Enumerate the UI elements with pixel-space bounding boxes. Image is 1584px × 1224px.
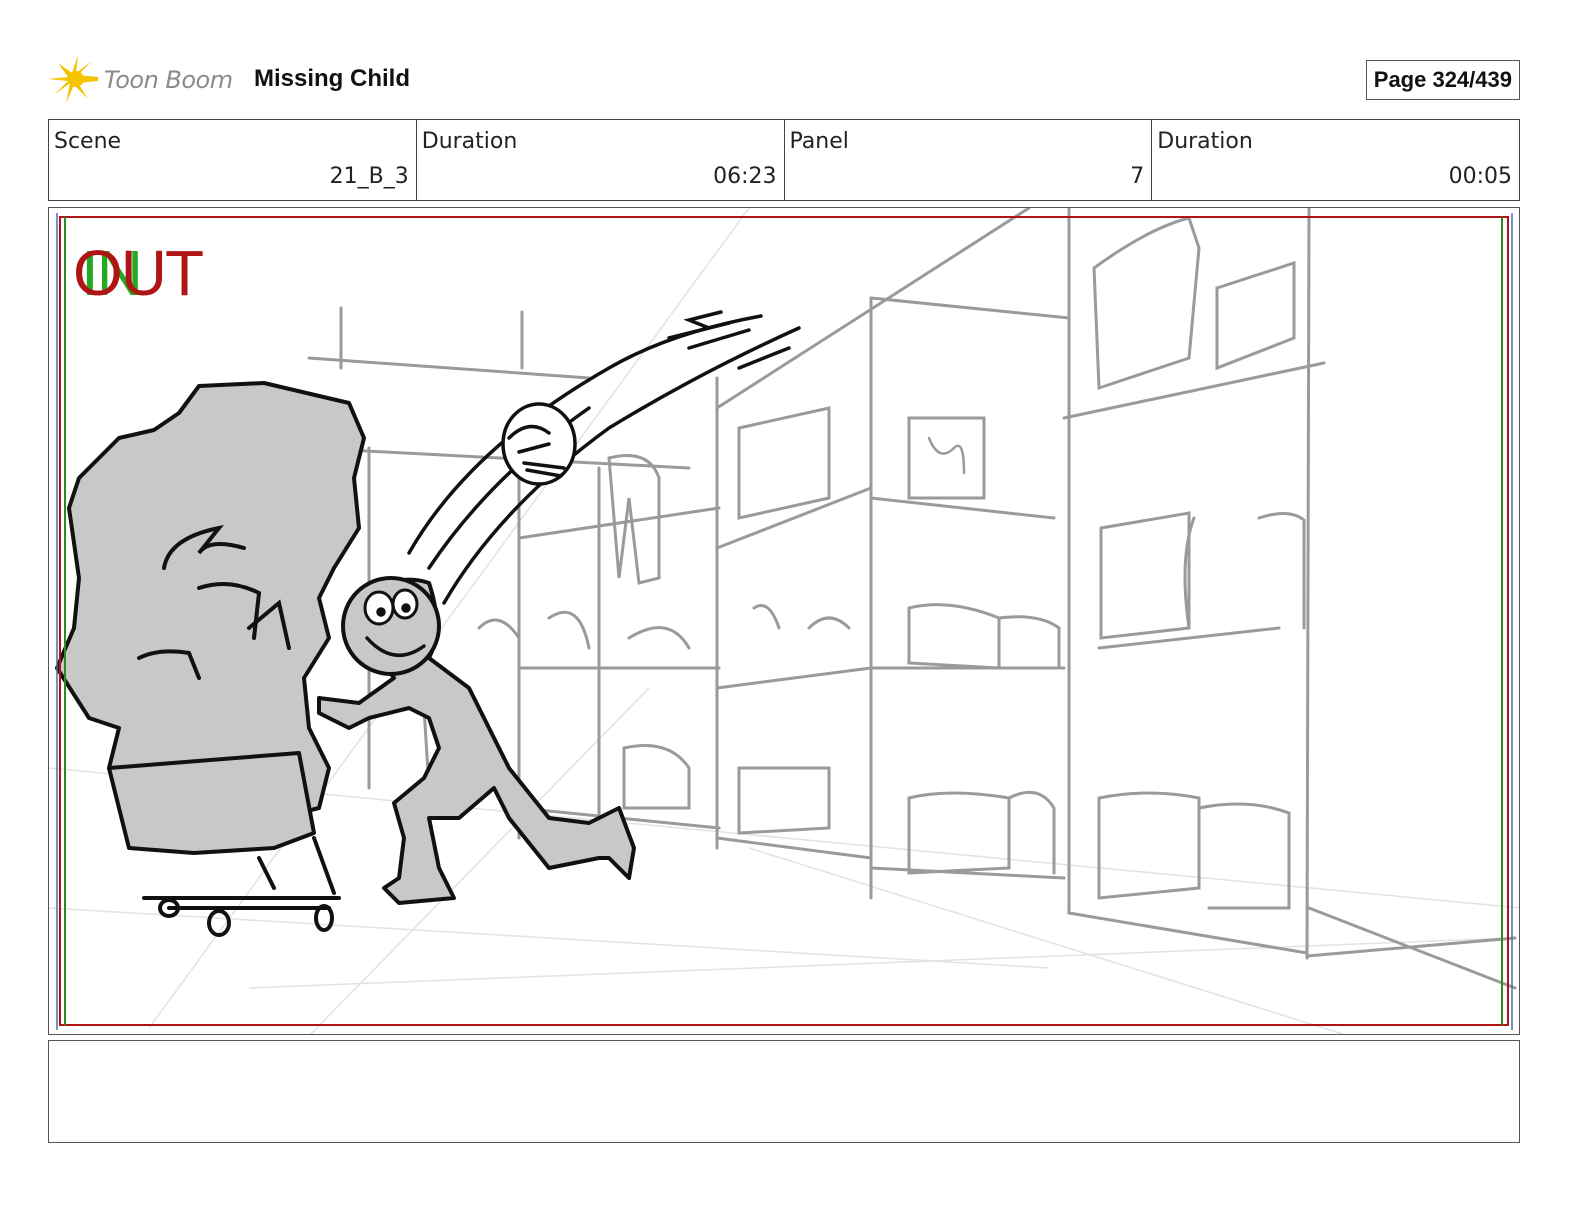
scene-value: 21_B_3: [329, 164, 409, 189]
in-out-marker: IN OUT: [73, 236, 243, 316]
scene-label: Scene: [54, 129, 122, 154]
logo-text: Toon Boom: [104, 66, 233, 94]
scene-duration-cell: Duration 06:23: [417, 120, 785, 200]
scene-cell: Scene 21_B_3: [49, 120, 417, 200]
scene-duration-value: 06:23: [713, 164, 777, 189]
page-number: Page 324/439: [1365, 60, 1520, 100]
page-header: Toon Boom Missing Child Page 324/439: [48, 52, 1520, 108]
panel-notes-box: [48, 1040, 1520, 1143]
panel-label: Panel: [789, 129, 849, 154]
starburst-icon: [48, 55, 98, 103]
storyboard-panel-image: IN OUT: [48, 207, 1520, 1035]
out-marker: OUT: [73, 237, 204, 309]
panel-duration-value: 00:05: [1448, 164, 1512, 189]
panel-cell: Panel 7: [785, 120, 1153, 200]
panel-value: 7: [1130, 164, 1145, 189]
panel-duration-label: Duration: [1157, 129, 1253, 154]
panel-sketch: [49, 208, 1519, 1034]
scene-duration-label: Duration: [421, 129, 518, 154]
scene-info-row: Scene 21_B_3 Duration 06:23 Panel 7 Dura…: [48, 119, 1520, 201]
toon-boom-logo: Toon Boom: [48, 52, 233, 108]
project-title: Missing Child: [254, 65, 410, 92]
panel-duration-cell: Duration 00:05: [1152, 120, 1519, 200]
